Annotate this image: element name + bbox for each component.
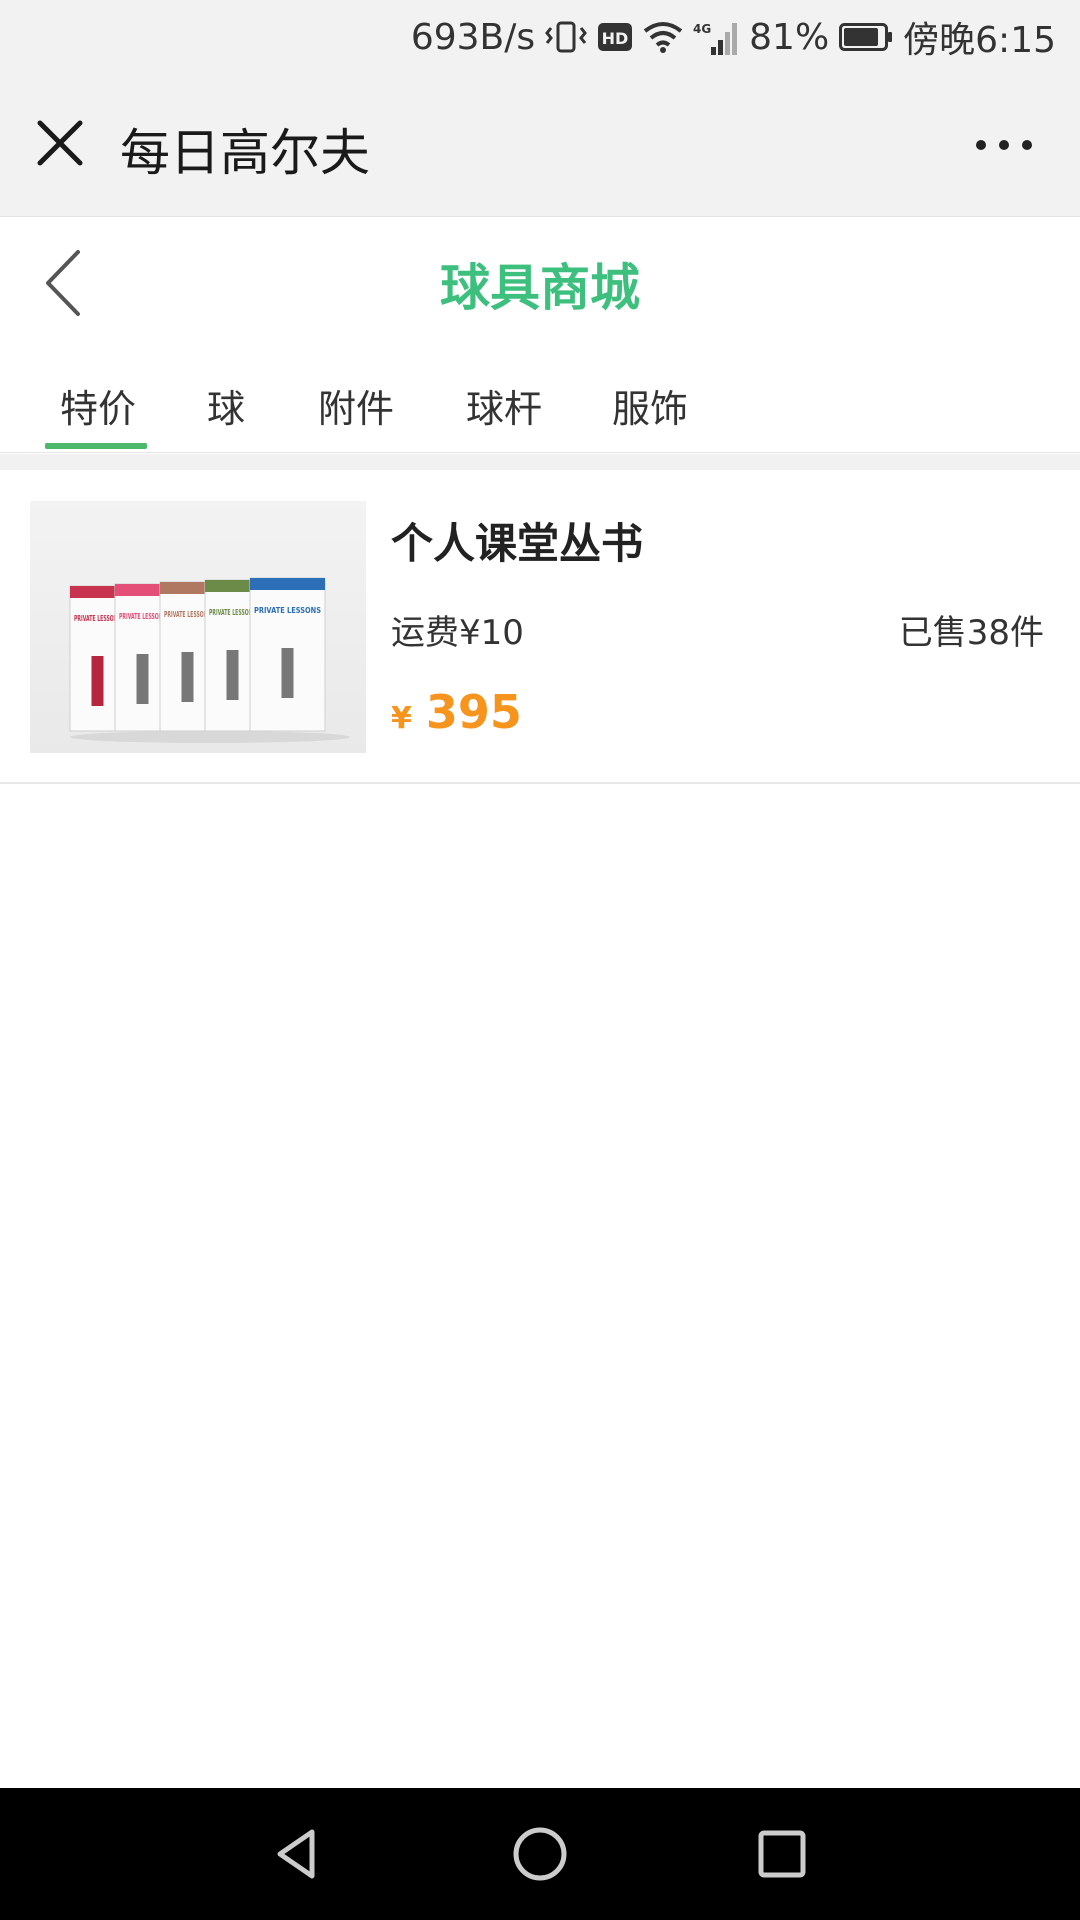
book-title-text: PRIVATE LESSONS	[164, 610, 211, 619]
status-bar: 693B/s HD 4G 81% 傍晚6:15	[0, 0, 1080, 73]
hd-label: HD	[602, 29, 629, 48]
battery-percent: 81%	[749, 16, 830, 58]
clock: 傍晚6:15	[903, 20, 1056, 61]
close-button[interactable]	[36, 119, 84, 167]
mini-program-bar: 每日高尔夫	[0, 73, 1080, 217]
price-amount: 395	[425, 685, 522, 739]
circle-home-icon	[513, 1827, 567, 1881]
product-title: 个人课堂丛书	[391, 519, 644, 568]
divider	[0, 454, 1080, 470]
book-title-text: PRIVATE LESSONS	[209, 608, 256, 617]
square-recents-icon	[758, 1830, 806, 1878]
triangle-back-icon	[277, 1829, 315, 1879]
battery-icon	[839, 23, 893, 51]
signal-icon: 4G	[693, 19, 739, 55]
category-tabs: 特价 球 附件 球杆 服饰	[0, 348, 1080, 453]
more-dot-icon	[999, 140, 1009, 150]
close-icon	[37, 120, 83, 166]
page-title: 球具商城	[440, 259, 640, 317]
system-nav-bar	[0, 1788, 1080, 1920]
network-speed: 693B/s	[410, 16, 536, 58]
tab-accessories[interactable]: 附件	[318, 378, 394, 438]
book-cover: PRIVATE LESSONS	[249, 577, 326, 732]
nav-recents-button[interactable]	[752, 1824, 812, 1884]
nav-back-button[interactable]	[268, 1824, 328, 1884]
vibrate-icon	[545, 20, 588, 54]
book-title-text: PRIVATE LESSONS	[119, 612, 166, 621]
shipping-fee: 运费¥10	[391, 613, 524, 653]
tab-apparel[interactable]: 服饰	[612, 378, 688, 438]
tab-special-offer[interactable]: 特价	[60, 378, 136, 438]
more-dot-icon	[1022, 140, 1032, 150]
product-card[interactable]: PRIVATE LESSONS PRIVATE LESSONS PRIVATE LE…	[0, 470, 1080, 784]
currency-symbol: ¥	[391, 701, 412, 736]
mini-program-title: 每日高尔夫	[120, 124, 370, 182]
book-title-text: PRIVATE LESSONS	[254, 606, 321, 615]
sold-count: 已售38件	[898, 613, 1044, 653]
active-tab-indicator	[45, 443, 147, 449]
more-dot-icon	[976, 140, 986, 150]
product-price: ¥ 395	[391, 685, 522, 739]
tab-balls[interactable]: 球	[207, 378, 245, 438]
more-options-button[interactable]	[976, 133, 1032, 157]
product-image: PRIVATE LESSONS PRIVATE LESSONS PRIVATE LE…	[30, 501, 366, 753]
network-type-label: 4G	[693, 22, 711, 36]
book-title-text: PRIVATE LESSONS	[74, 614, 121, 623]
hd-icon: HD	[597, 22, 633, 52]
nav-home-button[interactable]	[510, 1824, 570, 1884]
wifi-icon	[643, 21, 683, 53]
tab-clubs[interactable]: 球杆	[466, 378, 542, 438]
page-header: 球具商城	[0, 218, 1080, 348]
